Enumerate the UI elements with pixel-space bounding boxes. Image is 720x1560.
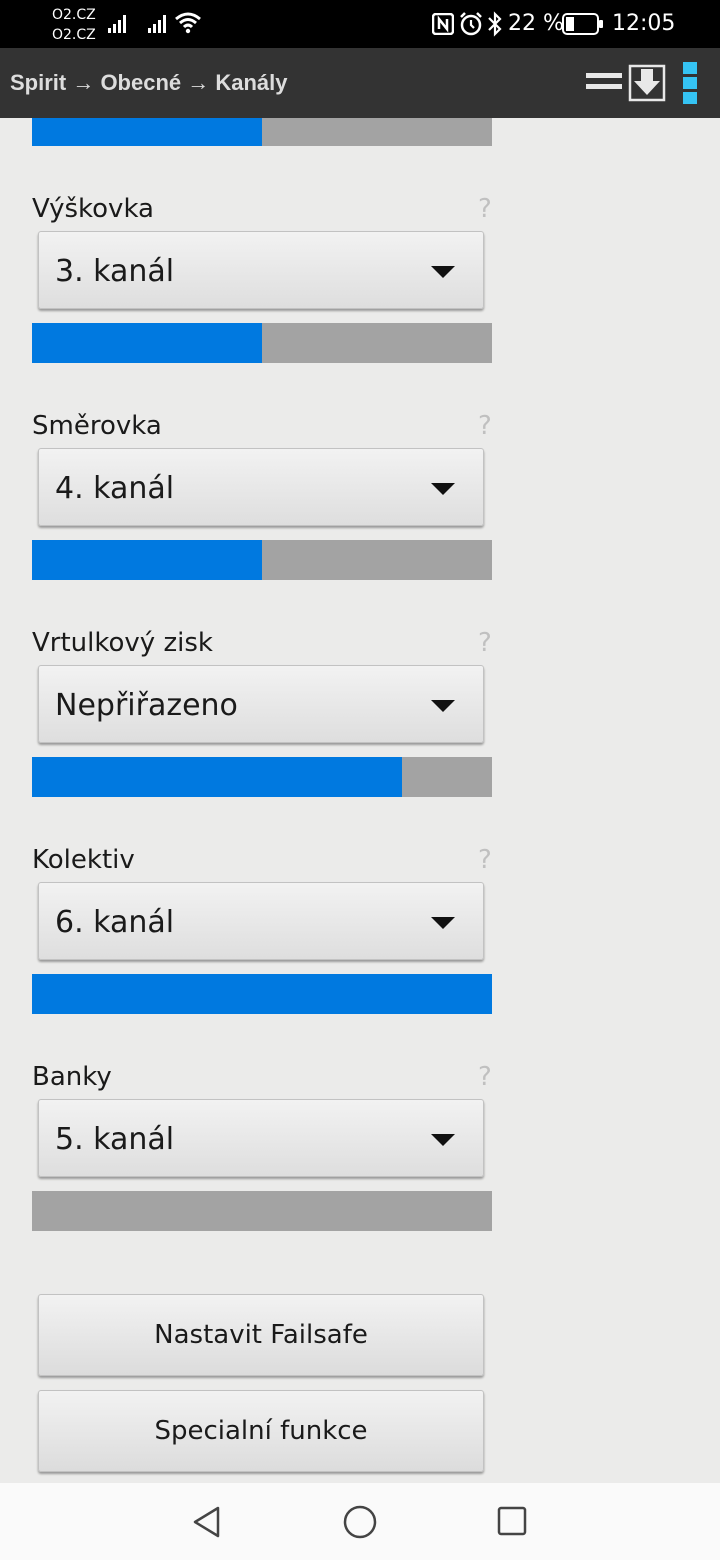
carrier-label: O2.CZ: [52, 7, 96, 23]
channel-level-bar: [32, 323, 492, 363]
channel-select-kolektiv[interactable]: 6. kanál: [38, 882, 484, 960]
channel-select-vyskovka[interactable]: 3. kanál: [38, 231, 484, 309]
select-value: 6. kanál: [55, 905, 175, 940]
menu-icon[interactable]: [584, 70, 624, 96]
clock: 12:05: [612, 11, 676, 36]
breadcrumb: Spirit → Obecné → Kanály: [10, 70, 288, 95]
chevron-down-icon: [431, 266, 455, 278]
channel-level-fill: [32, 757, 403, 797]
channel-level-bar: [32, 540, 492, 580]
help-icon[interactable]: ?: [478, 1062, 492, 1092]
home-icon[interactable]: [342, 1504, 378, 1540]
recent-apps-icon[interactable]: [496, 1505, 528, 1537]
channel-select-banky[interactable]: 5. kanál: [38, 1099, 484, 1177]
channel-label-vrtulkovy-zisk: Vrtulkový zisk: [32, 628, 213, 658]
carrier-label: O2.CZ: [52, 27, 96, 43]
download-icon[interactable]: [628, 64, 668, 102]
channel-select-vrtulkovy-zisk[interactable]: Nepřiřazeno: [38, 665, 484, 743]
channel-level-fill: [32, 974, 492, 1014]
chevron-down-icon: [431, 1134, 455, 1146]
nfc-icon: [432, 13, 454, 35]
channel-select-smerovka[interactable]: 4. kanál: [38, 448, 484, 526]
channel-label-banky: Banky: [32, 1062, 112, 1092]
set-failsafe-button[interactable]: Nastavit Failsafe: [38, 1294, 484, 1376]
channel-level-fill: [32, 540, 262, 580]
select-value: 5. kanál: [55, 1122, 175, 1157]
help-icon[interactable]: ?: [478, 628, 492, 658]
channel-level-fill: [32, 323, 262, 363]
battery-percent: 22 %: [508, 11, 564, 36]
help-icon[interactable]: ?: [478, 845, 492, 875]
select-value: 3. kanál: [55, 254, 175, 289]
wifi-icon: [175, 12, 201, 34]
channel-label-kolektiv: Kolektiv: [32, 845, 135, 875]
app-bar: Spirit → Obecné → Kanály: [0, 48, 720, 118]
channel-level-bar: [32, 1191, 492, 1231]
battery-icon: [562, 13, 603, 35]
channel-list[interactable]: Výškovka ? 3. kanál Směrovka ? 4. kanál …: [0, 118, 720, 1483]
chevron-down-icon: [431, 917, 455, 929]
channel-label-smerovka: Směrovka: [32, 411, 162, 441]
chevron-down-icon: [431, 483, 455, 495]
select-value: Nepřiřazeno: [55, 688, 238, 723]
channel-level-bar: [32, 974, 492, 1014]
channel-level-bar: [32, 118, 492, 146]
channel-label-vyskovka: Výškovka: [32, 194, 154, 224]
overflow-menu-icon[interactable]: [680, 60, 700, 106]
help-icon[interactable]: ?: [478, 194, 492, 224]
signal-icon: [108, 15, 126, 33]
bluetooth-icon: [488, 11, 502, 37]
special-functions-button[interactable]: Specialní funkce: [38, 1390, 484, 1472]
channel-level-fill: [32, 118, 262, 146]
chevron-down-icon: [431, 700, 455, 712]
system-navigation-bar: [0, 1483, 720, 1560]
select-value: 4. kanál: [55, 471, 175, 506]
help-icon[interactable]: ?: [478, 411, 492, 441]
channel-level-bar: [32, 757, 492, 797]
status-bar: O2.CZ O2.CZ 22 % 12:05: [0, 0, 720, 48]
alarm-icon: [460, 12, 482, 36]
signal-icon: [148, 15, 166, 33]
back-icon[interactable]: [190, 1505, 224, 1539]
